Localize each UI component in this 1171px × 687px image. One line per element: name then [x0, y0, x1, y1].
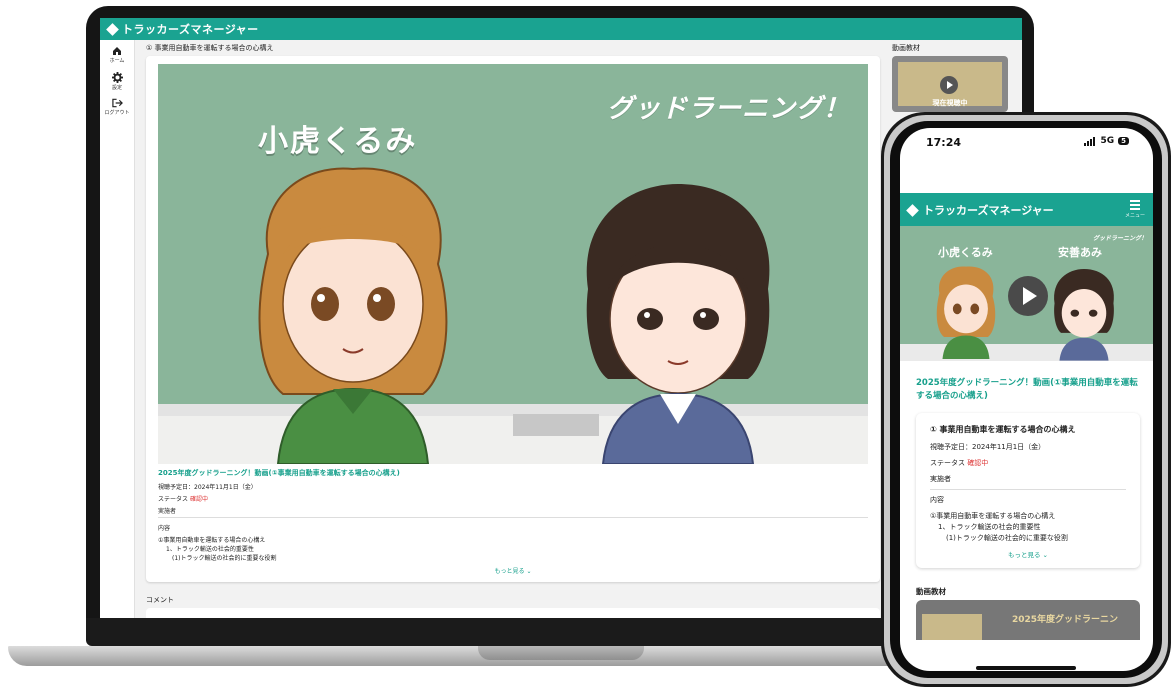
mobile-app-logo[interactable]: トラッカーズマネージャー — [906, 202, 1054, 218]
mobile-video-player[interactable]: グッドラーニング！ 小虎くるみ 安善あみ — [900, 226, 1153, 361]
app-header: トラッカーズマネージャー — [100, 18, 1022, 40]
mobile-app-header: トラッカーズマネージャー メニュー — [900, 193, 1153, 226]
logo-mark-icon — [106, 22, 119, 36]
nav-item-settings[interactable]: 設定 — [100, 72, 134, 91]
play-icon — [940, 76, 958, 94]
nav-label-logout: ログアウト — [104, 110, 130, 116]
character-kurumi-illustration — [936, 266, 996, 359]
divider — [930, 489, 1126, 490]
show-more-link[interactable]: もっと見る ⌄ — [146, 566, 880, 575]
video-character-name: 安善あみ — [1058, 246, 1102, 259]
video-player[interactable]: グッドラーニング！ 小虎くるみ — [158, 64, 868, 464]
gear-icon — [111, 72, 123, 83]
content-line: 1、トラック輸送の社会的重要性 — [938, 523, 1041, 531]
character-ami-illustration — [1054, 269, 1114, 361]
mobile-screen: 17:24 5G 5 トラッカーズマネージャー メニュー グッドラーニング！ 小… — [900, 128, 1153, 671]
content-label: 内容 — [930, 496, 944, 504]
status-label: ステータス — [158, 496, 189, 503]
character-kurumi-illustration — [258, 167, 448, 464]
thumbnail-image — [922, 614, 982, 640]
show-more-link[interactable]: もっと見る ⌄ — [916, 549, 1140, 559]
logo-mark-icon — [906, 203, 919, 217]
battery-icon: 5 — [1118, 137, 1129, 145]
logout-icon — [111, 98, 123, 108]
status-time: 17:24 — [926, 136, 962, 149]
network-label: 5G — [1100, 136, 1115, 146]
comment-label: コメント — [146, 596, 174, 604]
video-thumbnail[interactable]: 現在視聴中 — [892, 56, 1008, 112]
play-icon — [1023, 287, 1037, 305]
mobile-video-thumbnail[interactable]: 2025年度グッドラーニン — [916, 600, 1140, 640]
nav-item-home[interactable]: ホーム — [100, 46, 134, 64]
nav-item-logout[interactable]: ログアウト — [100, 98, 134, 116]
status-bar: 17:24 5G 5 — [900, 128, 1153, 158]
schedule-date: 視聴予定日：2024年11月1日（金） — [930, 443, 1046, 451]
nav-label-settings: 設定 — [111, 85, 122, 91]
content-label: 内容 — [158, 525, 171, 532]
hamburger-icon-bar — [1129, 208, 1140, 210]
thumbnail-title: 2025年度グッドラーニン — [1012, 615, 1119, 625]
thumbnail-label: 現在視聴中 — [932, 99, 968, 107]
lesson-card: グッドラーニング！ 小虎くるみ 2025年度グッドラーニング！動画(①事業用自動… — [146, 56, 880, 582]
logo-text: トラッカーズマネージャー — [122, 23, 259, 36]
status-label: ステータス — [930, 459, 965, 467]
character-ami-illustration — [586, 184, 770, 464]
app-logo[interactable]: トラッカーズマネージャー — [106, 21, 259, 37]
logo-text: トラッカーズマネージャー — [923, 204, 1054, 217]
hamburger-icon — [1129, 200, 1140, 202]
implementer-label: 実施者 — [158, 508, 177, 515]
mobile-lesson-card: ① 事業用自動車を運転する場合の心構え 視聴予定日：2024年11月1日（金） … — [916, 413, 1140, 568]
home-icon — [113, 47, 121, 55]
hamburger-icon-bar — [1129, 204, 1140, 206]
video-character-name: 小虎くるみ — [938, 246, 993, 259]
implementer-label: 実施者 — [930, 475, 951, 483]
divider — [158, 517, 868, 518]
mobile-lesson-title[interactable]: 2025年度グッドラーニング！動画(①事業用自動車を運転する場合の心構え) — [916, 377, 1141, 403]
video-character-name: 小虎くるみ — [258, 124, 418, 159]
play-button[interactable] — [1008, 276, 1048, 316]
video-brand-text: グッドラーニング！ — [1092, 235, 1147, 242]
content-line: (1)トラック輸送の社会的に重要な役割 — [946, 534, 1068, 542]
content-line: ①事業用自動車を運転する場合の心構え — [930, 512, 1056, 520]
side-panel-title: 動画教材 — [892, 44, 920, 52]
side-nav: ホーム 設定 ログアウト — [100, 40, 135, 618]
menu-label: メニュー — [1124, 213, 1145, 219]
video-brand-text: グッドラーニング！ — [606, 94, 850, 124]
section-title: 動画教材 — [916, 587, 946, 596]
content-line: (1)トラック輸送の社会的に重要な役割 — [172, 555, 277, 562]
comment-box[interactable] — [146, 608, 880, 618]
status-row: ステータス 確認中 — [158, 494, 208, 503]
status-row: ステータス 確認中 — [930, 458, 988, 468]
nav-label-home: ホーム — [109, 58, 125, 64]
home-indicator — [976, 666, 1076, 670]
page-title: ① 事業用自動車を運転する場合の心構え — [146, 44, 274, 52]
content-line: 1、トラック輸送の社会的重要性 — [166, 546, 254, 553]
signal-icon — [1084, 136, 1096, 146]
card-title: ① 事業用自動車を運転する場合の心構え — [930, 425, 1076, 434]
status-value: 確認中 — [967, 459, 989, 467]
schedule-date: 視聴予定日：2024年11月1日（金） — [158, 484, 257, 491]
content-line: ①事業用自動車を運転する場合の心構え — [158, 537, 266, 544]
status-indicators: 5G 5 — [1084, 136, 1129, 146]
laptop-notch — [478, 646, 644, 660]
lesson-title[interactable]: 2025年度グッドラーニング！動画(①事業用自動車を運転する場合の心構え) — [158, 468, 400, 478]
status-value: 確認中 — [189, 496, 208, 503]
menu-button[interactable]: メニュー — [1125, 198, 1145, 219]
